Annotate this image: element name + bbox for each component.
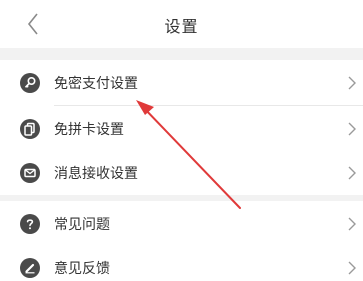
key-icon — [20, 73, 40, 93]
page-title: 设置 — [164, 17, 199, 36]
chevron-right-icon — [348, 76, 356, 90]
pencil-icon — [20, 258, 40, 278]
chevron-right-icon — [348, 261, 356, 275]
chevron-right-icon — [348, 122, 356, 136]
settings-item-feedback[interactable]: 意见反馈 — [0, 245, 363, 281]
settings-item-label: 免拼卡设置 — [54, 122, 124, 138]
settings-item-label: 消息接收设置 — [54, 166, 138, 182]
settings-item-faq[interactable]: 常见问题 — [0, 201, 363, 246]
question-icon — [20, 214, 40, 234]
settings-item-message-receive[interactable]: 消息接收设置 — [0, 150, 363, 195]
settings-item-password-free-payment[interactable]: 免密支付设置 — [0, 60, 363, 105]
section-separator — [0, 48, 363, 60]
card-icon — [20, 119, 40, 139]
chevron-right-icon — [348, 217, 356, 231]
settings-item-label: 常见问题 — [54, 217, 110, 233]
envelope-icon — [20, 163, 40, 183]
settings-item-label: 免密支付设置 — [54, 76, 138, 92]
chevron-right-icon — [348, 166, 356, 180]
settings-item-label: 意见反馈 — [54, 261, 110, 277]
settings-item-card-free[interactable]: 免拼卡设置 — [0, 106, 363, 151]
top-bar: 设置 — [0, 0, 363, 48]
